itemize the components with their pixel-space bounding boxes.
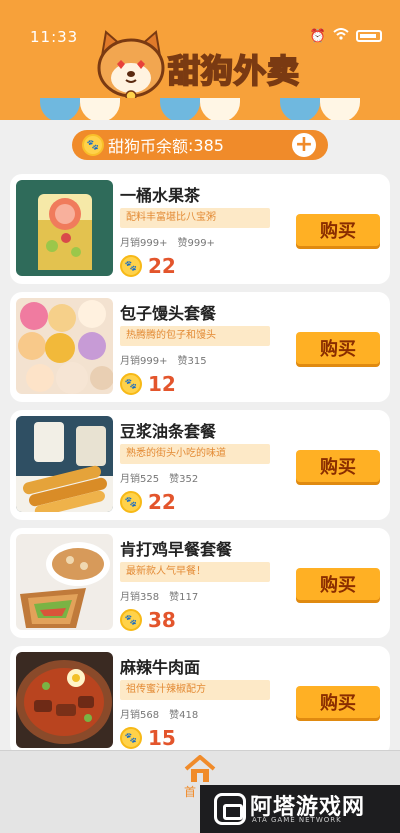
item-price: 🐾 38 [120,608,176,632]
buy-button[interactable]: 购买 [296,332,380,364]
fruit-tea-image [16,180,113,276]
buy-button[interactable]: 购买 [296,450,380,482]
item-name: 包子馒头套餐 [120,304,217,323]
item-name: 豆浆油条套餐 [120,422,217,441]
app-header: 11:33 ⏰ 甜狗外卖 [0,0,400,120]
like-count: 赞418 [169,710,199,721]
item-name: 麻辣牛肉面 [120,658,201,677]
paw-coin-icon: 🐾 [120,727,142,749]
item-stats: 月销999+ 赞999+ [120,234,215,249]
price-value: 38 [148,608,176,632]
home-icon[interactable] [184,755,216,783]
like-count: 赞999+ [177,238,215,249]
item-stats: 月销358 赞117 [120,588,198,603]
list-item: 包子馒头套餐 热腾腾的包子和馒头 月销999+ 赞315 🐾 12 购买 [10,292,390,402]
paw-coin-icon: 🐾 [120,609,142,631]
price-value: 22 [148,490,176,514]
coin-balance-bar: 🐾 甜狗币余额 : 385 + [72,130,328,160]
watermark-subtitle: ATA GAME NETWORK [252,816,342,824]
wifi-icon [333,28,349,44]
item-price: 🐾 12 [120,372,176,396]
buns-image [16,298,113,394]
list-item: 一桶水果茶 配料丰富堪比八宝粥 月销999+ 赞999+ 🐾 22 购买 [10,174,390,284]
item-price: 🐾 15 [120,726,176,750]
item-name: 肯打鸡早餐套餐 [120,540,233,559]
paw-coin-icon: 🐾 [82,134,104,156]
soy-milk-dough-sticks-image [16,416,113,512]
item-price: 🐾 22 [120,254,176,278]
price-value: 22 [148,254,176,278]
item-stats: 月销525 赞352 [120,470,198,485]
paw-coin-icon: 🐾 [120,373,142,395]
item-tag: 祖传蜜汁辣椒配方 [120,680,270,700]
item-tag: 热腾腾的包子和馒头 [120,326,270,346]
battery-icon [356,30,382,42]
awning-decoration [0,98,400,120]
item-tag: 最新款人气早餐！ [120,562,270,582]
item-price: 🐾 22 [120,490,176,514]
monthly-sales: 月销525 [120,474,160,485]
app-logo: 甜狗外卖 [92,26,322,104]
item-stats: 月销568 赞418 [120,706,198,721]
monthly-sales: 月销568 [120,710,160,721]
gamepad-logo-icon [214,793,246,825]
like-count: 赞315 [177,356,207,367]
list-item: 豆浆油条套餐 熟悉的街头小吃的味道 月销525 赞352 🐾 22 购买 [10,410,390,520]
balance-label: 甜狗币余额 [108,137,189,156]
item-tag: 配料丰富堪比八宝粥 [120,208,270,228]
buy-button[interactable]: 购买 [296,568,380,600]
paw-coin-icon: 🐾 [120,255,142,277]
list-item: 肯打鸡早餐套餐 最新款人气早餐！ 月销358 赞117 🐾 38 购买 [10,528,390,638]
list-item: 麻辣牛肉面 祖传蜜汁辣椒配方 月销568 赞418 🐾 15 购买 [10,646,390,756]
price-value: 12 [148,372,176,396]
dog-mascot-icon [97,30,165,102]
monthly-sales: 月销358 [120,592,160,603]
site-watermark: 阿塔游戏网 ATA GAME NETWORK [200,785,400,833]
paw-coin-icon: 🐾 [120,491,142,513]
monthly-sales: 月销999+ [120,238,168,249]
balance-value: 385 [193,135,224,155]
app-title: 甜狗外卖 [167,51,301,91]
buy-button[interactable]: 购买 [296,686,380,718]
like-count: 赞117 [169,592,199,603]
nav-home-label[interactable]: 首 [184,783,196,800]
monthly-sales: 月销999+ [120,356,168,367]
add-coins-button[interactable]: + [292,133,316,157]
like-count: 赞352 [169,474,199,485]
price-value: 15 [148,726,176,750]
item-name: 一桶水果茶 [120,186,201,205]
item-stats: 月销999+ 赞315 [120,352,207,367]
buy-button[interactable]: 购买 [296,214,380,246]
status-time: 11:33 [30,28,79,46]
breakfast-set-image [16,534,113,630]
item-tag: 熟悉的街头小吃的味道 [120,444,270,464]
beef-noodle-image [16,652,113,748]
